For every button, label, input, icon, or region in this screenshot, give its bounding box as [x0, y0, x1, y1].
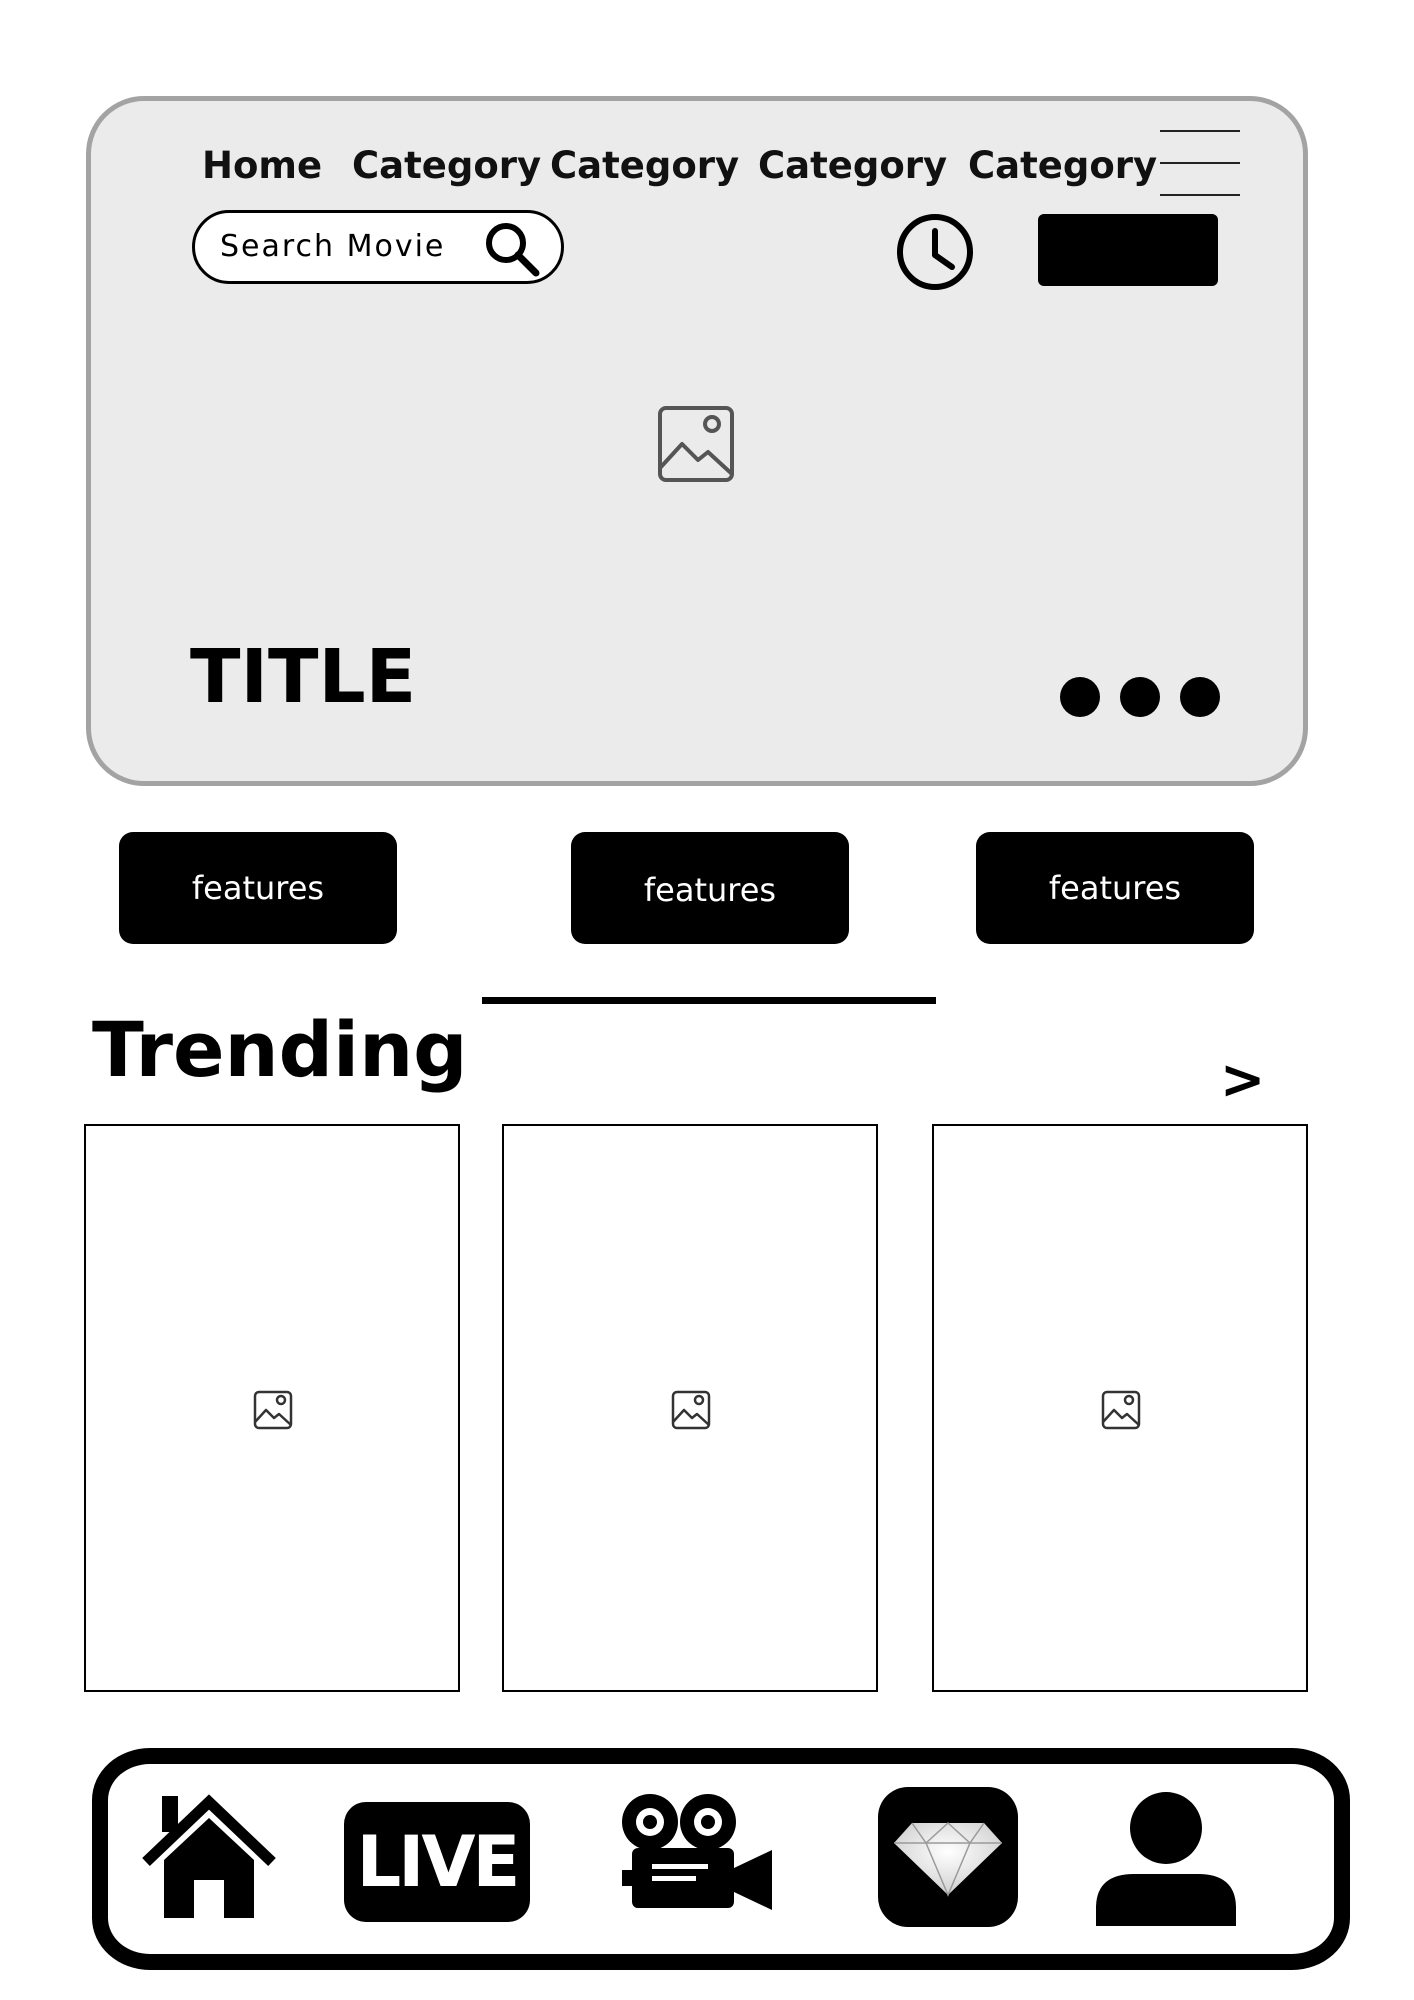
- dot: [1120, 677, 1160, 717]
- image-placeholder-icon: [671, 1390, 711, 1430]
- home-icon[interactable]: [140, 1792, 278, 1922]
- search-placeholder: Search Movie: [220, 229, 446, 264]
- features-button-2[interactable]: features: [571, 832, 849, 944]
- trending-movie-card-3[interactable]: [932, 1124, 1308, 1692]
- nav-item-category-3[interactable]: Category: [758, 142, 947, 190]
- image-placeholder-icon: [658, 406, 734, 482]
- profile-icon[interactable]: [1094, 1790, 1238, 1930]
- nav-item-category-4[interactable]: Category: [968, 142, 1157, 190]
- hamburger-line: [1160, 194, 1240, 196]
- hero-title: TITLE: [190, 634, 417, 720]
- trending-movie-card-2[interactable]: [502, 1124, 878, 1692]
- tab-underline: [482, 997, 936, 1004]
- trending-next-arrow[interactable]: >: [1220, 1048, 1265, 1112]
- nav-item-category-2[interactable]: Category: [550, 142, 739, 190]
- hamburger-line: [1160, 162, 1240, 164]
- image-placeholder-icon: [253, 1390, 293, 1430]
- trending-heading: Trending: [92, 1005, 468, 1094]
- live-icon[interactable]: LIVE: [344, 1802, 530, 1922]
- search-icon[interactable]: [482, 219, 542, 279]
- diamond-icon: [894, 1821, 1002, 1897]
- hamburger-menu-icon[interactable]: [1156, 128, 1246, 202]
- history-clock-icon[interactable]: [894, 211, 976, 293]
- dot: [1180, 677, 1220, 717]
- nav-item-home[interactable]: Home: [202, 142, 322, 190]
- movie-camera-icon[interactable]: [618, 1792, 776, 1922]
- features-button-1[interactable]: features: [119, 832, 397, 944]
- hamburger-line: [1160, 130, 1240, 132]
- premium-diamond-button[interactable]: [878, 1787, 1018, 1927]
- account-button[interactable]: [1038, 214, 1218, 286]
- trending-movie-card-1[interactable]: [84, 1124, 460, 1692]
- dot: [1060, 677, 1100, 717]
- image-placeholder-icon: [1101, 1390, 1141, 1430]
- more-options-icon[interactable]: [1058, 672, 1224, 722]
- nav-item-category-1[interactable]: Category: [352, 142, 541, 190]
- features-button-3[interactable]: features: [976, 832, 1254, 944]
